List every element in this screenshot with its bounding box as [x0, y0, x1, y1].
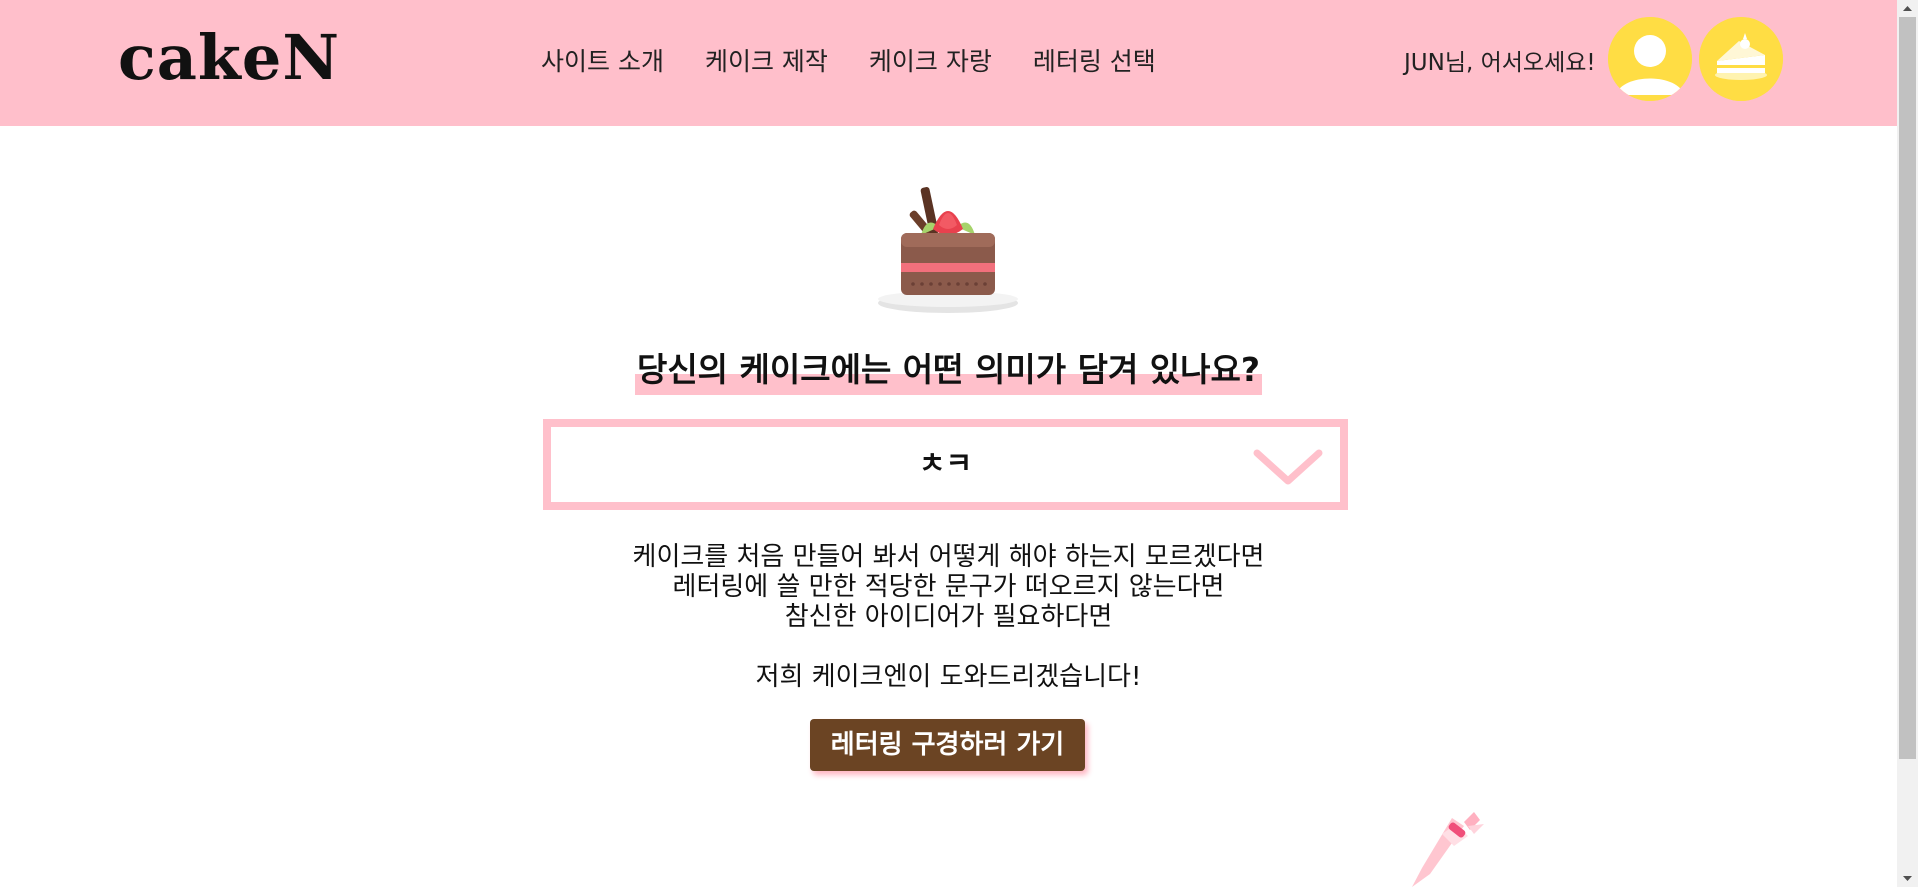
page-question: 당신의 케이크에는 어떤 의미가 담겨 있나요?: [634, 345, 1263, 395]
scroll-down-arrow-icon[interactable]: [1897, 870, 1918, 887]
user-profile-button[interactable]: [1608, 17, 1692, 101]
scrollbar-thumb[interactable]: [1899, 17, 1916, 759]
scroll-up-arrow-icon[interactable]: [1897, 0, 1918, 17]
question-wrapper: 당신의 케이크에는 어떤 의미가 담겨 있나요?: [0, 345, 1897, 395]
nav-item-cake-show[interactable]: 케이크 자랑: [869, 42, 992, 82]
site-logo[interactable]: cakeN: [118, 22, 340, 94]
intro-tagline: 저희 케이크엔이 도와드리겠습니다!: [755, 662, 1142, 692]
intro-text: 케이크를 처음 만들어 봐서 어떻게 해야 하는지 모르겠다면 레터링에 쓸 만…: [0, 542, 1897, 692]
user-greeting: JUN님, 어서오세요!: [1404, 50, 1596, 76]
meaning-select-value: ㅊㅋ: [918, 446, 973, 480]
cake-slice-icon: [1699, 17, 1783, 101]
intro-line: 케이크를 처음 만들어 봐서 어떻게 해야 하는지 모르겠다면: [632, 542, 1265, 572]
chevron-down-icon[interactable]: [1253, 447, 1323, 487]
nav-item-cake-make[interactable]: 케이크 제작: [705, 42, 828, 82]
meaning-select[interactable]: ㅊㅋ: [543, 419, 1348, 510]
page: cakeN 사이트 소개 케이크 제작 케이크 자랑 레터링 선택 JUN님, …: [0, 0, 1897, 887]
browse-lettering-button[interactable]: 레터링 구경하러 가기: [810, 719, 1085, 771]
nav-item-site-intro[interactable]: 사이트 소개: [541, 42, 664, 82]
nav-item-lettering-select[interactable]: 레터링 선택: [1033, 42, 1156, 82]
vertical-scrollbar[interactable]: [1897, 0, 1918, 887]
user-avatar-icon: [1608, 17, 1692, 101]
my-cake-button[interactable]: [1699, 17, 1783, 101]
site-header: cakeN 사이트 소개 케이크 제작 케이크 자랑 레터링 선택 JUN님, …: [0, 0, 1897, 126]
intro-line: 레터링에 쓸 만한 적당한 문구가 떠오르지 않는다면: [672, 572, 1225, 602]
intro-spacer: [0, 632, 1897, 662]
chocolate-cake-icon: [878, 187, 1018, 313]
intro-line: 참신한 아이디어가 필요하다면: [784, 602, 1113, 632]
piping-bag-icon: [1412, 812, 1484, 887]
main-nav: 사이트 소개 케이크 제작 케이크 자랑 레터링 선택: [541, 42, 1197, 82]
